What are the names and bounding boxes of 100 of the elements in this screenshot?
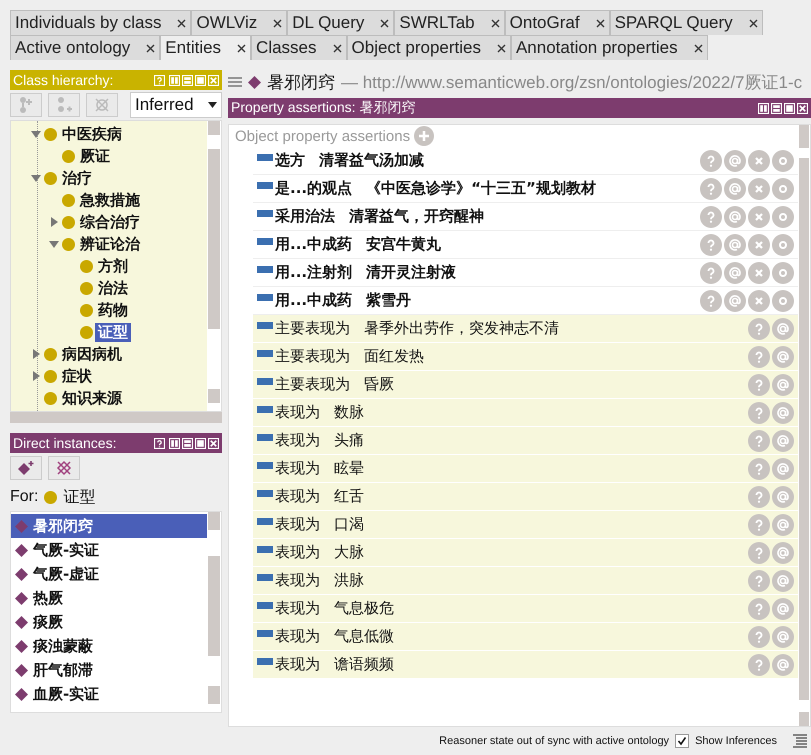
tab[interactable]: Entities xyxy=(160,35,252,60)
help-button[interactable] xyxy=(748,430,770,452)
assertion-row[interactable]: 用...中成药 安宫牛黄丸 xyxy=(253,231,798,259)
tab[interactable]: Object properties xyxy=(346,35,511,60)
close-icon[interactable] xyxy=(496,44,506,52)
help-button[interactable] xyxy=(700,150,722,172)
scroll-down-button[interactable] xyxy=(799,712,809,726)
help-button[interactable] xyxy=(748,318,770,340)
edit-button[interactable] xyxy=(772,206,794,228)
assertion-row[interactable]: 表现为 数脉 xyxy=(253,399,798,427)
assertion-row[interactable]: 表现为 大脉 xyxy=(253,539,798,567)
close-icon[interactable] xyxy=(748,18,758,28)
annotate-button[interactable] xyxy=(724,262,746,284)
scroll-up-button[interactable] xyxy=(208,121,220,135)
instance-item[interactable]: 气厥-虚证 xyxy=(11,562,207,586)
annotate-button[interactable] xyxy=(724,290,746,312)
annotate-button[interactable] xyxy=(772,542,794,564)
annotate-button[interactable] xyxy=(724,150,746,172)
maximize-icon[interactable] xyxy=(195,438,206,448)
add-individual-button[interactable] xyxy=(10,456,42,480)
collapse-arrow-icon[interactable] xyxy=(30,172,42,184)
annotate-button[interactable] xyxy=(772,570,794,592)
help-button[interactable] xyxy=(748,486,770,508)
expand-arrow-icon[interactable] xyxy=(30,348,42,360)
close-icon[interactable] xyxy=(273,18,282,28)
assertion-row[interactable]: 表现为 洪脉 xyxy=(253,567,798,595)
assertion-row[interactable]: 表现为 红舌 xyxy=(253,483,798,511)
tree-node[interactable]: 中医疾病 xyxy=(59,124,125,144)
scroll-down-button[interactable] xyxy=(208,686,220,704)
edit-button[interactable] xyxy=(772,290,794,312)
help-button[interactable] xyxy=(700,206,722,228)
close-icon[interactable] xyxy=(177,18,186,28)
annotate-button[interactable] xyxy=(772,318,794,340)
assertion-row[interactable]: 选方 清署益气汤加减 xyxy=(253,147,798,175)
assertion-row[interactable]: 表现为 眩晕 xyxy=(253,455,798,483)
assertion-row[interactable]: 主要表现为 暑季外出劳作，突发神志不清 xyxy=(253,315,798,343)
assertion-row[interactable]: 表现为 口渴 xyxy=(253,511,798,539)
close-icon[interactable] xyxy=(490,18,500,28)
close-icon[interactable] xyxy=(146,44,156,52)
help-button[interactable] xyxy=(748,626,770,648)
tree-node[interactable]: 证型 xyxy=(95,322,131,342)
annotate-button[interactable] xyxy=(772,430,794,452)
assertion-row[interactable]: 表现为 谵语频频 xyxy=(253,651,798,679)
delete-button[interactable] xyxy=(748,178,770,200)
tree-node[interactable]: 药物 xyxy=(95,300,131,320)
assertion-row[interactable]: 主要表现为 昏厥 xyxy=(253,371,798,399)
help-button[interactable] xyxy=(748,374,770,396)
scrollbar[interactable] xyxy=(207,121,221,411)
edit-button[interactable] xyxy=(772,262,794,284)
close-icon[interactable] xyxy=(694,44,703,52)
add-icon[interactable] xyxy=(414,126,434,146)
scrollbar[interactable] xyxy=(798,125,810,726)
scrollbar-thumb[interactable] xyxy=(208,149,220,329)
delete-class-button[interactable] xyxy=(86,93,118,117)
annotate-button[interactable] xyxy=(772,374,794,396)
delete-individual-button[interactable] xyxy=(48,456,80,480)
collapse-arrow-icon[interactable] xyxy=(48,238,60,250)
help-button[interactable] xyxy=(700,234,722,256)
split-vertical-icon[interactable] xyxy=(169,438,180,448)
collapse-arrow-icon[interactable] xyxy=(30,128,42,140)
scroll-up-button[interactable] xyxy=(799,125,809,148)
annotate-button[interactable] xyxy=(772,402,794,424)
tab[interactable]: DL Query xyxy=(287,10,394,35)
expand-arrow-icon[interactable] xyxy=(30,370,42,382)
scrollbar-thumb[interactable] xyxy=(799,158,809,700)
help-button[interactable] xyxy=(748,654,770,676)
tab[interactable]: Classes xyxy=(251,35,347,60)
scrollbar[interactable] xyxy=(10,411,222,423)
tab[interactable]: Annotation properties xyxy=(510,35,708,60)
help-button[interactable] xyxy=(748,402,770,424)
split-horizontal-icon[interactable] xyxy=(182,438,193,448)
assertion-row[interactable]: 是...的观点 《中医急诊学》“十三五”规划教材 xyxy=(253,175,798,203)
tree-node[interactable]: 知识来源 xyxy=(59,388,125,408)
add-subclass-button[interactable] xyxy=(10,93,42,117)
assertion-row[interactable]: 用...中成药 紫雪丹 xyxy=(253,287,798,315)
help-button[interactable] xyxy=(748,514,770,536)
split-horizontal-icon[interactable] xyxy=(771,102,782,114)
tree-node[interactable]: 治法 xyxy=(95,278,131,298)
tab[interactable]: OntoGraf xyxy=(504,10,610,35)
instance-item[interactable]: 肝气郁滞 xyxy=(11,658,207,682)
delete-button[interactable] xyxy=(748,234,770,256)
close-icon[interactable] xyxy=(596,18,605,28)
add-sibling-button[interactable] xyxy=(48,93,80,117)
help-button[interactable] xyxy=(700,290,722,312)
split-vertical-icon[interactable] xyxy=(758,102,769,114)
annotate-button[interactable] xyxy=(772,514,794,536)
annotate-button[interactable] xyxy=(724,234,746,256)
instance-item[interactable]: 暑邪闭窍 xyxy=(11,514,207,538)
help-button[interactable] xyxy=(748,570,770,592)
annotate-button[interactable] xyxy=(724,178,746,200)
scrollbar-thumb[interactable] xyxy=(208,556,220,656)
tab[interactable]: SPARQL Query xyxy=(610,10,763,35)
assertion-row[interactable]: 表现为 气息低微 xyxy=(253,623,798,651)
tab[interactable]: OWLViz xyxy=(191,10,288,35)
tree-node[interactable]: 症状 xyxy=(59,366,95,386)
maximize-icon[interactable] xyxy=(784,102,795,114)
help-button[interactable] xyxy=(748,458,770,480)
annotate-button[interactable] xyxy=(772,598,794,620)
close-icon[interactable] xyxy=(380,18,390,28)
instance-item[interactable]: 热厥 xyxy=(11,586,207,610)
